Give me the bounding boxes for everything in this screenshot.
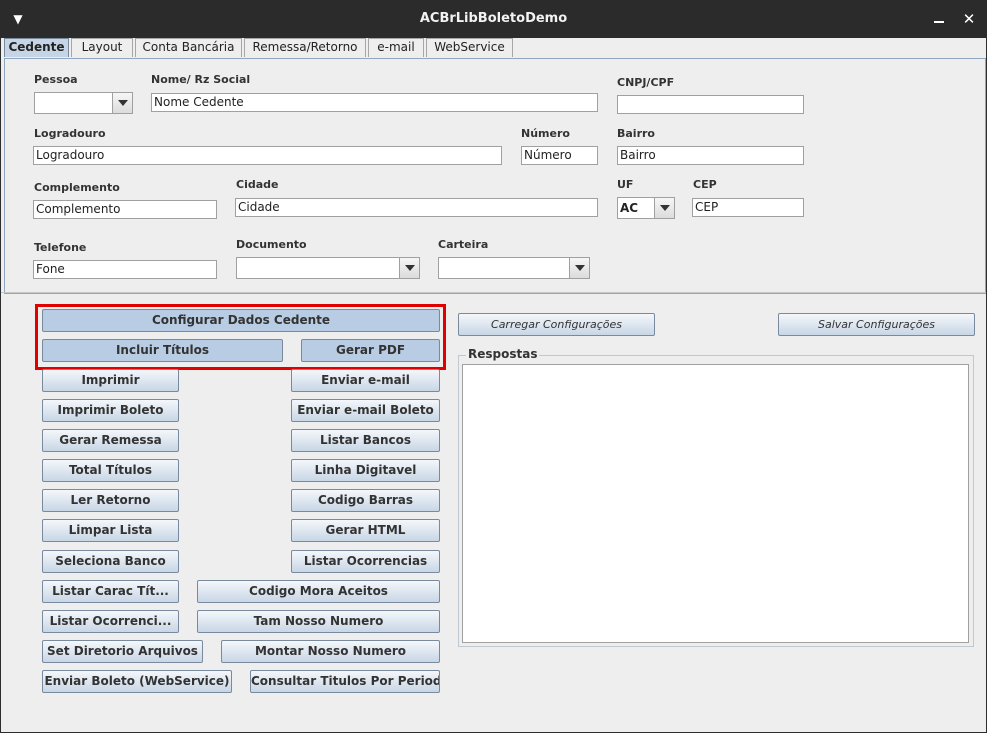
tab-layout[interactable]: Layout (71, 38, 133, 57)
title-bar: ▼ ACBrLibBoletoDemo ✕ (0, 0, 987, 38)
bairro-input[interactable]: Bairro (617, 146, 804, 165)
carregar-configuracoes-button[interactable]: Carregar Configurações (458, 313, 655, 336)
nome-label: Nome/ Rz Social (151, 73, 251, 86)
cnpj-label: CNPJ/CPF (617, 76, 675, 89)
close-icon[interactable]: ✕ (960, 8, 978, 30)
listar-bancos-button[interactable]: Listar Bancos (291, 429, 440, 452)
minimize-icon[interactable] (930, 8, 948, 30)
numero-label: Número (521, 127, 570, 140)
tab-cedente[interactable]: Cedente (4, 38, 69, 57)
gerar-html-button[interactable]: Gerar HTML (291, 519, 440, 542)
enviar-email-boleto-button[interactable]: Enviar e-mail Boleto (291, 399, 440, 422)
linha-digitavel-button[interactable]: Linha Digitavel (291, 459, 440, 482)
uf-value: AC (620, 201, 639, 215)
cidade-label: Cidade (236, 178, 279, 191)
consultar-titulos-periodo-button[interactable]: Consultar Titulos Por Periodo (250, 670, 440, 693)
divider (1, 292, 986, 293)
ler-retorno-button[interactable]: Ler Retorno (42, 489, 179, 512)
logradouro-input[interactable]: Logradouro (33, 146, 502, 165)
uf-label: UF (617, 178, 634, 191)
codigo-mora-aceitos-button[interactable]: Codigo Mora Aceitos (197, 580, 440, 603)
cnpj-input[interactable] (617, 95, 804, 114)
chevron-down-icon[interactable] (399, 258, 419, 278)
carteira-label: Carteira (438, 238, 489, 251)
tab-conta-bancaria[interactable]: Conta Bancária (135, 38, 242, 57)
salvar-configuracoes-button[interactable]: Salvar Configurações (778, 313, 975, 336)
complemento-input[interactable]: Complemento (33, 200, 217, 219)
enviar-boleto-webservice-button[interactable]: Enviar Boleto (WebService) (42, 670, 232, 693)
seleciona-banco-button[interactable]: Seleciona Banco (42, 550, 179, 573)
telefone-label: Telefone (34, 241, 87, 254)
telefone-input[interactable]: Fone (33, 260, 217, 279)
logradouro-label: Logradouro (34, 127, 106, 140)
tab-remessa-retorno[interactable]: Remessa/Retorno (244, 38, 366, 57)
respostas-textarea[interactable] (462, 364, 969, 643)
chevron-down-icon[interactable] (654, 198, 674, 218)
carteira-select[interactable] (438, 257, 590, 279)
tab-webservice[interactable]: WebService (426, 38, 513, 57)
highlight-box (35, 304, 446, 370)
cep-label: CEP (693, 178, 717, 191)
total-titulos-button[interactable]: Total Títulos (42, 459, 179, 482)
pessoa-label: Pessoa (34, 73, 78, 86)
documento-label: Documento (236, 238, 307, 251)
listar-ocorrenci-button[interactable]: Listar Ocorrenci... (42, 610, 179, 633)
listar-ocorrencias-button[interactable]: Listar Ocorrencias (291, 550, 440, 573)
documento-select[interactable] (236, 257, 420, 279)
uf-select[interactable]: AC (617, 197, 675, 219)
gerar-remessa-button[interactable]: Gerar Remessa (42, 429, 179, 452)
nome-input[interactable]: Nome Cedente (151, 93, 598, 112)
enviar-email-button[interactable]: Enviar e-mail (291, 369, 440, 392)
numero-input[interactable]: Número (521, 146, 598, 165)
chevron-down-icon[interactable] (112, 93, 132, 113)
pessoa-select[interactable] (34, 92, 133, 114)
cep-input[interactable]: CEP (692, 198, 804, 217)
cidade-input[interactable]: Cidade (235, 198, 598, 217)
tab-email[interactable]: e-mail (368, 38, 424, 57)
montar-nosso-numero-button[interactable]: Montar Nosso Numero (221, 640, 440, 663)
set-diretorio-arquivos-button[interactable]: Set Diretorio Arquivos (42, 640, 203, 663)
respostas-title: Respostas (466, 347, 540, 361)
imprimir-boleto-button[interactable]: Imprimir Boleto (42, 399, 179, 422)
complemento-label: Complemento (34, 181, 120, 194)
imprimir-button[interactable]: Imprimir (42, 369, 179, 392)
limpar-lista-button[interactable]: Limpar Lista (42, 519, 179, 542)
tam-nosso-numero-button[interactable]: Tam Nosso Numero (197, 610, 440, 633)
codigo-barras-button[interactable]: Codigo Barras (291, 489, 440, 512)
listar-carac-tit-button[interactable]: Listar Carac Tít... (42, 580, 179, 603)
bairro-label: Bairro (617, 127, 655, 140)
chevron-down-icon[interactable] (569, 258, 589, 278)
window-title: ACBrLibBoletoDemo (419, 11, 568, 26)
